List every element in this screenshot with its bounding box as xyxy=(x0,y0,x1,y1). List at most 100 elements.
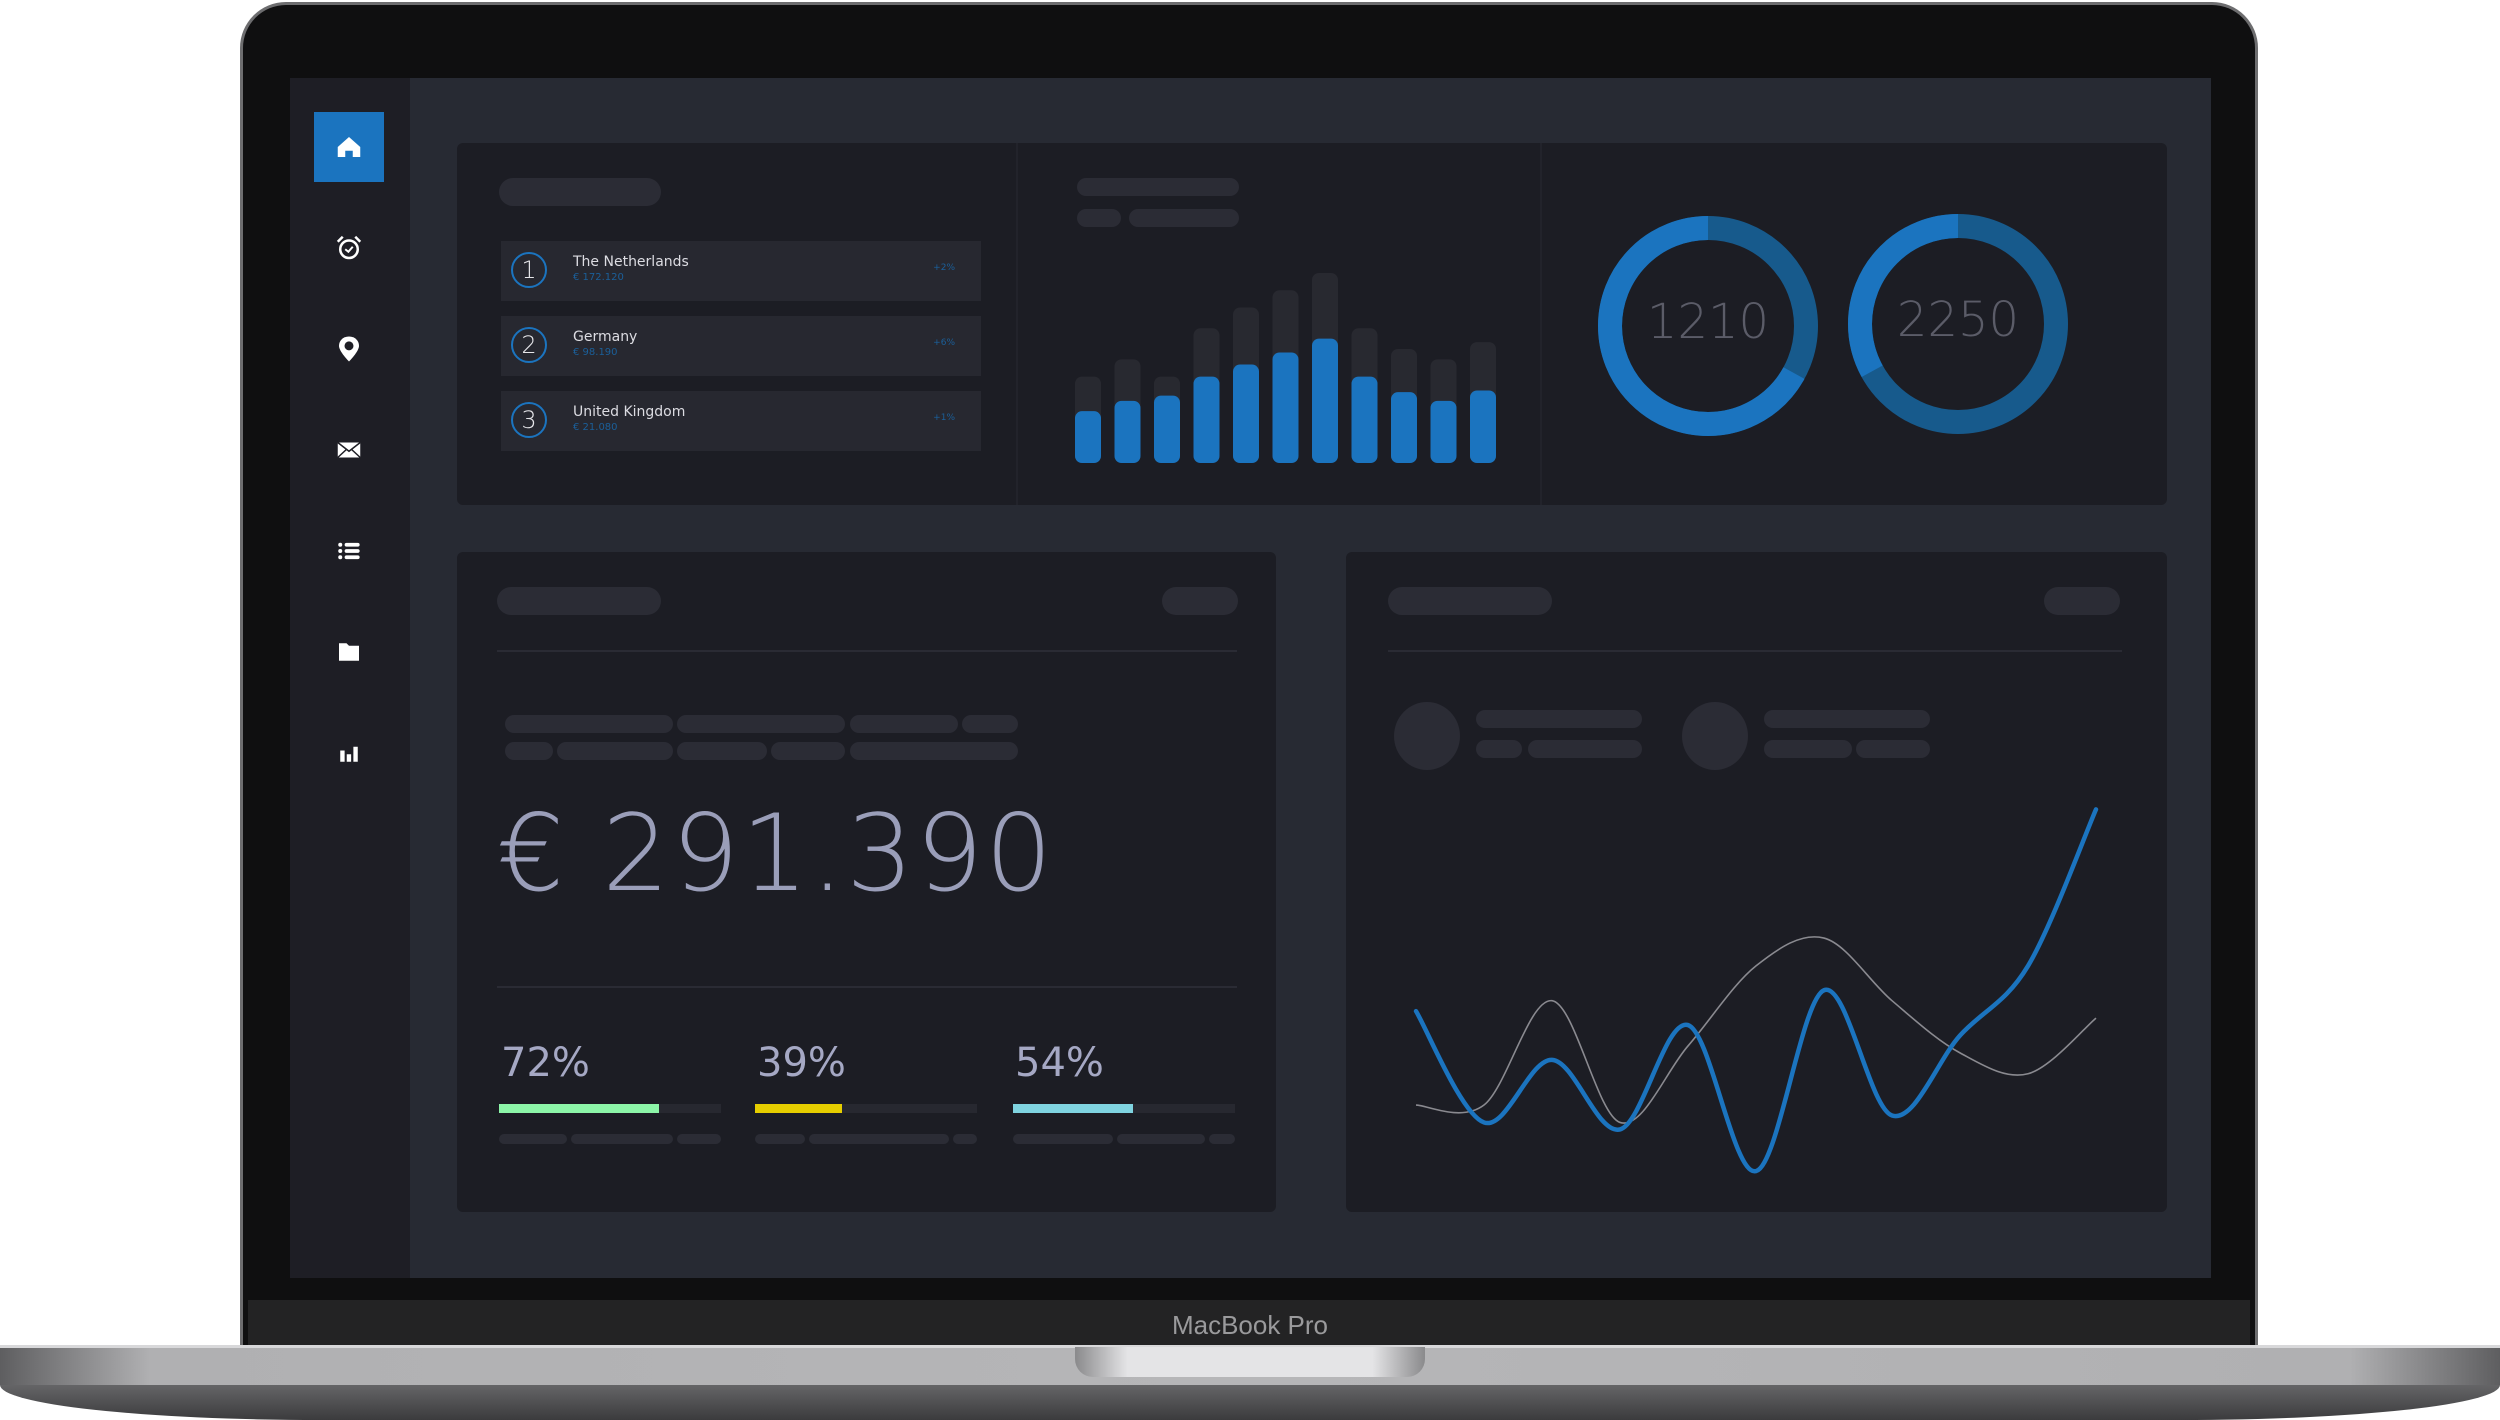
country-amount: € 21.080 xyxy=(573,422,618,433)
stat-progress-bar xyxy=(1013,1104,1235,1113)
trend-card xyxy=(1346,552,2167,1212)
text-placeholder xyxy=(771,742,845,760)
laptop-base xyxy=(0,1345,2500,1420)
section-divider xyxy=(1388,650,2122,652)
stat-progress-fill xyxy=(499,1104,659,1113)
bar-chart-subtitle-placeholder xyxy=(1077,209,1121,227)
stat-progress-fill xyxy=(1013,1104,1133,1113)
bar xyxy=(1154,395,1180,463)
sidebar-item-reports[interactable] xyxy=(314,718,384,788)
bar-chart-title-placeholder xyxy=(1077,178,1239,196)
revenue-action-placeholder[interactable] xyxy=(1162,587,1238,615)
bar xyxy=(1430,400,1457,463)
text-placeholder xyxy=(1476,710,1642,728)
text-placeholder xyxy=(557,742,673,760)
sidebar-item-alarm[interactable] xyxy=(314,213,384,283)
bar xyxy=(1114,400,1141,463)
country-amount: € 98.190 xyxy=(573,347,618,358)
sidebar-item-folder[interactable] xyxy=(314,617,384,687)
text-placeholder xyxy=(505,715,673,733)
text-placeholder xyxy=(505,742,553,760)
bar-chart-subtitle-placeholder xyxy=(1129,209,1239,227)
laptop-base-bottom xyxy=(0,1385,2500,1420)
text-placeholder xyxy=(1209,1134,1235,1144)
list-icon xyxy=(338,542,360,560)
country-change: +2% xyxy=(933,263,955,273)
rank-number: 1 xyxy=(511,252,547,288)
section-divider xyxy=(497,650,1237,652)
laptop-notch xyxy=(1075,1347,1425,1377)
total-revenue: € 291.390 xyxy=(497,792,1055,915)
line-chart xyxy=(1413,807,2099,1174)
bar xyxy=(1233,364,1259,463)
text-placeholder xyxy=(962,715,1018,733)
trend-action-placeholder[interactable] xyxy=(2044,587,2120,615)
bar xyxy=(1075,411,1101,463)
sidebar-item-mail[interactable] xyxy=(314,415,384,485)
text-placeholder xyxy=(1476,740,1522,758)
ranking-row[interactable]: 3 United Kingdom € 21.080 +1% xyxy=(501,391,981,451)
text-placeholder xyxy=(571,1134,673,1144)
bar-chart xyxy=(1075,273,1496,463)
sidebar xyxy=(290,78,410,1278)
dashboard-screen: 1 The Netherlands € 172.120 +2% 2 German… xyxy=(290,78,2211,1278)
summary-card: 1 The Netherlands € 172.120 +2% 2 German… xyxy=(457,143,2167,505)
revenue-card: € 291.390 72% 39% 54% xyxy=(457,552,1276,1212)
text-placeholder xyxy=(1856,740,1930,758)
home-icon xyxy=(337,137,361,157)
trend-title-placeholder xyxy=(1388,587,1552,615)
folder-icon xyxy=(339,643,359,661)
ranking-title-placeholder xyxy=(499,178,661,206)
text-placeholder xyxy=(499,1134,567,1144)
rank-number: 2 xyxy=(511,327,547,363)
line-series-primary xyxy=(1413,807,2099,1174)
text-placeholder xyxy=(809,1134,949,1144)
donut-value: 1210 xyxy=(1646,294,1770,350)
text-placeholder xyxy=(677,715,845,733)
sidebar-item-home[interactable] xyxy=(314,112,384,182)
text-placeholder xyxy=(850,742,1018,760)
rank-number: 3 xyxy=(511,402,547,438)
stat-percent: 54% xyxy=(1015,1040,1104,1086)
alarm-clock-icon xyxy=(336,235,362,260)
text-placeholder xyxy=(1013,1134,1113,1144)
bar-chart-icon xyxy=(340,746,358,762)
country-amount: € 172.120 xyxy=(573,272,624,283)
text-placeholder xyxy=(1528,740,1642,758)
sidebar-item-location[interactable] xyxy=(314,314,384,384)
country-name: United Kingdom xyxy=(573,404,686,420)
revenue-title-placeholder xyxy=(497,587,661,615)
country-change: +1% xyxy=(933,413,955,423)
text-placeholder xyxy=(677,742,767,760)
country-name: The Netherlands xyxy=(573,254,689,270)
section-divider xyxy=(497,986,1237,988)
sidebar-item-list[interactable] xyxy=(314,516,384,586)
ranking-row[interactable]: 2 Germany € 98.190 +6% xyxy=(501,316,981,376)
text-placeholder xyxy=(850,715,958,733)
stat-progress-bar xyxy=(499,1104,721,1113)
bar xyxy=(1312,338,1338,463)
country-change: +6% xyxy=(933,338,955,348)
text-placeholder xyxy=(1764,740,1852,758)
bar xyxy=(1351,376,1378,463)
country-name: Germany xyxy=(573,329,638,345)
stat-percent: 39% xyxy=(757,1040,846,1086)
text-placeholder xyxy=(755,1134,805,1144)
stat-progress-bar xyxy=(755,1104,977,1113)
avatar-placeholder xyxy=(1394,702,1460,770)
bar xyxy=(1272,352,1299,463)
text-placeholder xyxy=(1117,1134,1205,1144)
location-pin-icon xyxy=(339,336,359,362)
card-divider xyxy=(1540,143,1542,505)
donut-value: 2250 xyxy=(1896,292,2020,348)
device-brand-label: MacBook Pro xyxy=(1171,1310,1329,1340)
stat-percent: 72% xyxy=(501,1040,590,1086)
avatar-placeholder xyxy=(1682,702,1748,770)
bar xyxy=(1193,376,1220,463)
ranking-row[interactable]: 1 The Netherlands € 172.120 +2% xyxy=(501,241,981,301)
text-placeholder xyxy=(1764,710,1930,728)
mail-icon xyxy=(337,441,361,459)
text-placeholder xyxy=(677,1134,721,1144)
text-placeholder xyxy=(953,1134,977,1144)
card-divider xyxy=(1016,143,1018,505)
